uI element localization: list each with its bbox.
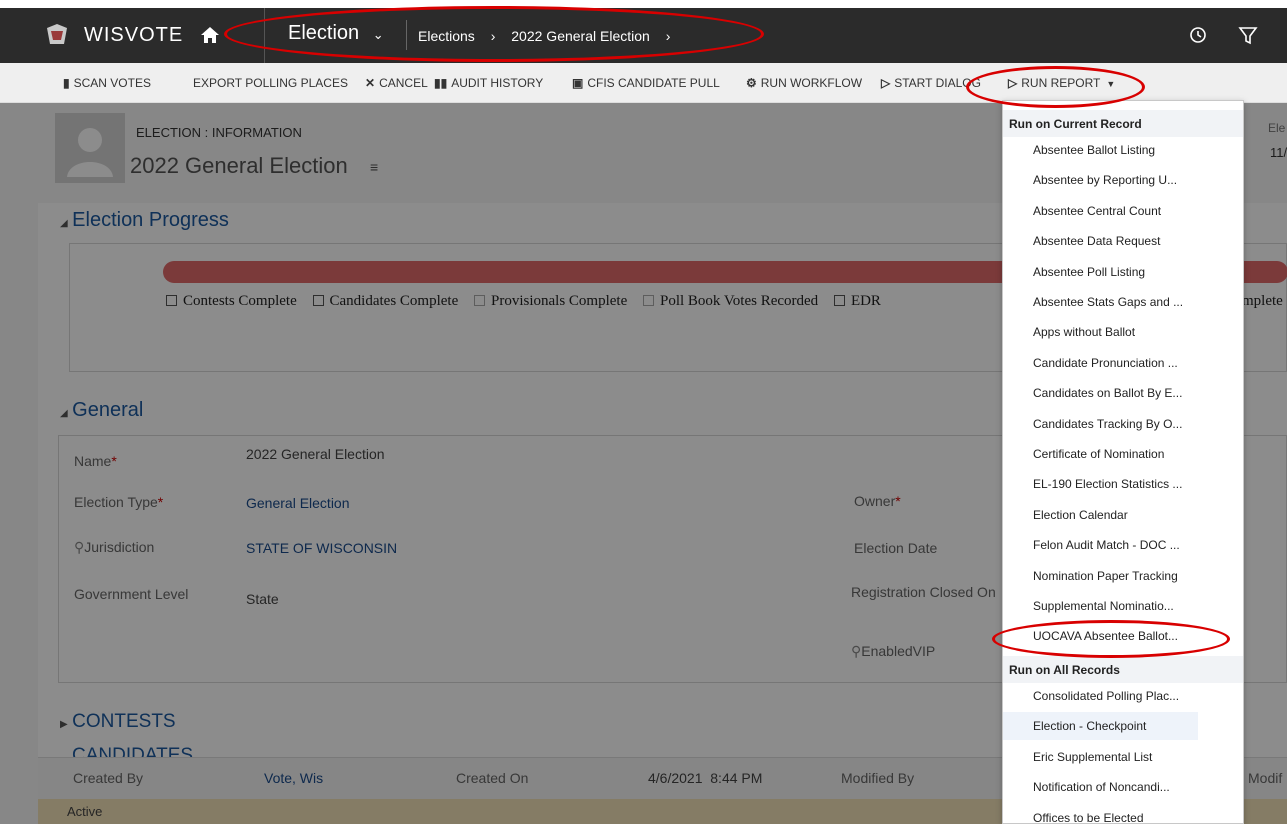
report-menu-item[interactable]: Supplemental Nominatio... xyxy=(1033,599,1174,613)
close-icon: ✕ xyxy=(365,76,376,90)
export-polling-places-label: EXPORT POLLING PLACES xyxy=(193,76,348,90)
scan-votes-button[interactable]: ▮ SCAN VOTES xyxy=(63,76,151,90)
books-icon: ▮▮ xyxy=(434,76,448,90)
report-menu-item[interactable]: Offices to be Elected xyxy=(1033,811,1144,824)
report-menu-item[interactable]: Absentee Central Count xyxy=(1033,204,1161,218)
report-menu-item[interactable]: EL-190 Election Statistics ... xyxy=(1033,477,1182,491)
report-menu-item[interactable]: Election Calendar xyxy=(1033,508,1128,522)
workflow-icon: ⚙ xyxy=(746,76,757,90)
cancel-label: CANCEL xyxy=(379,76,428,90)
filter-icon[interactable] xyxy=(1238,25,1258,50)
menu-group-all-records: Run on All Records xyxy=(1003,656,1243,683)
report-menu-item[interactable]: Nomination Paper Tracking xyxy=(1033,569,1178,583)
highlight-ring xyxy=(966,66,1145,108)
report-menu-item[interactable]: Apps without Ballot xyxy=(1033,325,1135,339)
run-report-dropdown: Run on Current Record Absentee Ballot Li… xyxy=(1002,100,1244,824)
audit-history-label: AUDIT HISTORY xyxy=(451,76,544,90)
report-menu-item[interactable]: Election - Checkpoint xyxy=(1033,719,1146,733)
report-menu-item[interactable]: Absentee Stats Gaps and ... xyxy=(1033,295,1183,309)
report-menu-item[interactable]: Absentee Ballot Listing xyxy=(1033,143,1155,157)
dialog-icon: ▷ xyxy=(881,76,891,90)
report-menu-item[interactable]: Felon Audit Match - DOC ... xyxy=(1033,538,1180,552)
report-menu-item[interactable]: Candidate Pronunciation ... xyxy=(1033,356,1178,370)
highlight-ring xyxy=(992,620,1230,658)
export-polling-places-button[interactable]: EXPORT POLLING PLACES xyxy=(193,76,348,90)
cart-icon: ▣ xyxy=(572,76,584,90)
report-menu-item[interactable]: Candidates on Ballot By E... xyxy=(1033,386,1182,400)
app-name[interactable]: WISVOTE xyxy=(84,24,183,47)
app-logo-icon xyxy=(44,22,70,48)
audit-history-button[interactable]: ▮▮ AUDIT HISTORY xyxy=(434,76,543,90)
report-menu-item[interactable]: Absentee Poll Listing xyxy=(1033,265,1145,279)
scan-icon: ▮ xyxy=(63,76,70,90)
report-menu-item[interactable]: Certificate of Nomination xyxy=(1033,447,1164,461)
home-icon[interactable] xyxy=(200,25,220,50)
report-menu-item[interactable]: Eric Supplemental List xyxy=(1033,750,1152,764)
report-menu-item[interactable]: Notification of Noncandi... xyxy=(1033,780,1170,794)
cancel-button[interactable]: ✕ CANCEL xyxy=(365,76,428,90)
recent-history-icon[interactable] xyxy=(1188,25,1208,50)
run-workflow-label: RUN WORKFLOW xyxy=(760,76,863,90)
report-menu-item[interactable]: Candidates Tracking By O... xyxy=(1033,417,1182,431)
menu-group-current-record: Run on Current Record xyxy=(1003,110,1243,137)
cfis-candidate-pull-button[interactable]: ▣ CFIS CANDIDATE PULL xyxy=(572,76,720,90)
report-menu-item[interactable]: Consolidated Polling Plac... xyxy=(1033,689,1179,703)
scan-votes-label: SCAN VOTES xyxy=(73,76,151,90)
report-menu-item[interactable]: Absentee Data Request xyxy=(1033,234,1160,248)
report-menu-item[interactable]: Absentee by Reporting U... xyxy=(1033,173,1177,187)
run-workflow-button[interactable]: ⚙ RUN WORKFLOW xyxy=(746,76,862,90)
highlight-ring xyxy=(224,6,764,62)
cfis-candidate-pull-label: CFIS CANDIDATE PULL xyxy=(587,76,720,90)
